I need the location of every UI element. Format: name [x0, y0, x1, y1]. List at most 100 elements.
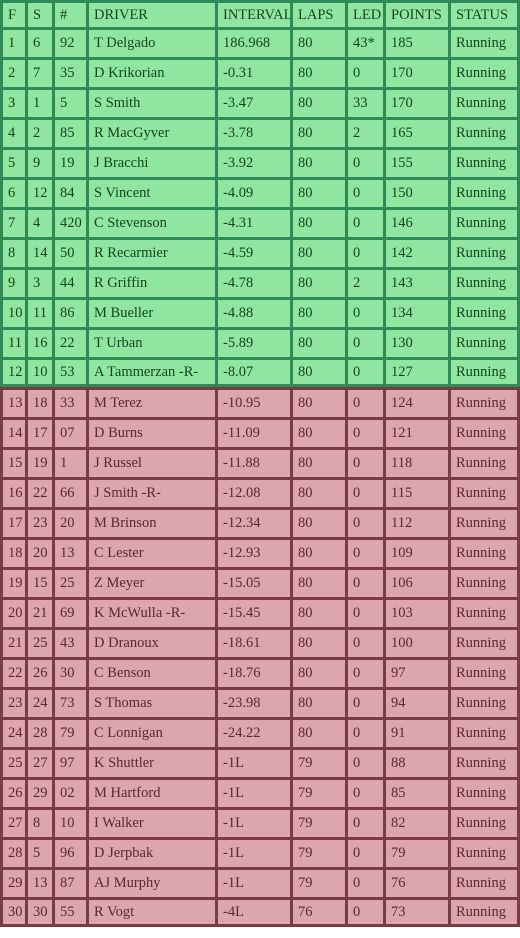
cell-driver: J Smith -R- — [86, 477, 215, 507]
cell-f: 22 — [0, 657, 25, 687]
cell-s: 8 — [25, 807, 52, 837]
table-row[interactable]: 30 30 55 R Vogt -4L 76 0 73 Running — [0, 897, 520, 927]
cell-led: 2 — [345, 117, 383, 147]
cell-s: 7 — [25, 57, 52, 87]
table-row[interactable]: 23 24 73 S Thomas -23.98 80 0 94 Running — [0, 687, 520, 717]
cell-num: 55 — [52, 897, 86, 927]
cell-points: 115 — [383, 477, 448, 507]
cell-laps: 79 — [290, 837, 345, 867]
cell-driver: M Brinson — [86, 507, 215, 537]
table-row[interactable]: 10 11 86 M Bueller -4.88 80 0 134 Running — [0, 297, 520, 327]
table-row[interactable]: 2 7 35 D Krikorian -0.31 80 0 170 Running — [0, 57, 520, 87]
table-row[interactable]: 26 29 02 M Hartford -1L 79 0 85 Running — [0, 777, 520, 807]
column-header-num[interactable]: # — [52, 0, 86, 27]
column-header-laps[interactable]: LAPS — [290, 0, 345, 27]
cell-driver: C Stevenson — [86, 207, 215, 237]
table-row[interactable]: 25 27 97 K Shuttler -1L 79 0 88 Running — [0, 747, 520, 777]
table-row[interactable]: 27 8 10 I Walker -1L 79 0 82 Running — [0, 807, 520, 837]
cell-interval: -4L — [215, 897, 290, 927]
cell-laps: 80 — [290, 117, 345, 147]
table-row[interactable]: 7 4 420 C Stevenson -4.31 80 0 146 Running — [0, 207, 520, 237]
table-row[interactable]: 28 5 96 D Jerpbak -1L 79 0 79 Running — [0, 837, 520, 867]
table-row[interactable]: 21 25 43 D Dranoux -18.61 80 0 100 Running — [0, 627, 520, 657]
cell-num: 07 — [52, 417, 86, 447]
table-row[interactable]: 5 9 19 J Bracchi -3.92 80 0 155 Running — [0, 147, 520, 177]
cell-status: Running — [448, 627, 520, 657]
column-header-s[interactable]: S — [25, 0, 52, 27]
table-row[interactable]: 315S Smith -3.47 80 33 170 Running — [0, 87, 520, 117]
column-header-points[interactable]: POINTS — [383, 0, 448, 27]
table-row[interactable]: 19 15 25 Z Meyer -15.05 80 0 106 Running — [0, 567, 520, 597]
cell-laps: 80 — [290, 717, 345, 747]
cell-points: 118 — [383, 447, 448, 477]
cell-led: 0 — [345, 747, 383, 777]
column-header-interval[interactable]: INTERVAL — [215, 0, 290, 27]
column-header-f[interactable]: F — [0, 0, 25, 27]
table-row[interactable]: 6 12 84 S Vincent -4.09 80 0 150 Running — [0, 177, 520, 207]
table-row[interactable]: 13 18 33 M Terez -10.95 80 0 124 Running — [0, 387, 520, 417]
table-row[interactable]: 22 26 30 C Benson -18.76 80 0 97 Running — [0, 657, 520, 687]
table-row[interactable]: 18 20 13 C Lester -12.93 80 0 109 Running — [0, 537, 520, 567]
cell-interval: -15.05 — [215, 567, 290, 597]
cell-num: 84 — [52, 177, 86, 207]
cell-num: 86 — [52, 297, 86, 327]
cell-laps: 80 — [290, 27, 345, 57]
table-row[interactable]: 12 10 53 A Tammerzan -R- -8.07 80 0 127 Running — [0, 357, 520, 387]
cell-f: 30 — [0, 897, 25, 927]
cell-status: Running — [448, 237, 520, 267]
cell-status: Running — [448, 777, 520, 807]
header-row: F S # DRIVER INTERVAL LAPS LED POINTS STATUS — [0, 0, 520, 27]
cell-s: 3 — [25, 267, 52, 297]
cell-driver: A Tammerzan -R- — [86, 357, 215, 387]
race-results-table: F S # DRIVER INTERVAL LAPS LED POINTS STATUS 169… — [0, 0, 520, 927]
table-row[interactable]: 15 19 1 J Russel -11.88 80 0 118 Running — [0, 447, 520, 477]
cell-points: 185 — [383, 27, 448, 57]
cell-led: 0 — [345, 807, 383, 837]
cell-num: 30 — [52, 657, 86, 687]
table-row[interactable]: 29 13 87 AJ Murphy -1L 79 0 76 Running — [0, 867, 520, 897]
column-header-driver[interactable]: DRIVER — [86, 0, 215, 27]
cell-status: Running — [448, 717, 520, 747]
cell-driver: R Vogt — [86, 897, 215, 927]
cell-interval: -0.31 — [215, 57, 290, 87]
table-row[interactable]: 9 3 44 R Griffin -4.78 80 2 143 Running — [0, 267, 520, 297]
cell-laps: 80 — [290, 177, 345, 207]
cell-led: 0 — [345, 177, 383, 207]
cell-f: 18 — [0, 537, 25, 567]
table-row[interactable]: 1 6 92 T Delgado 186.968 80 43* 185 Running — [0, 27, 520, 57]
cell-status: Running — [448, 357, 520, 387]
cell-status: Running — [448, 837, 520, 867]
cell-laps: 80 — [290, 567, 345, 597]
cell-driver: C Lester — [86, 537, 215, 567]
cell-led: 0 — [345, 477, 383, 507]
table-row[interactable]: 16 22 66 J Smith -R- -12.08 80 0 115 Running — [0, 477, 520, 507]
cell-points: 112 — [383, 507, 448, 537]
cell-driver: R Recarmier — [86, 237, 215, 267]
table-row[interactable]: 14 17 07 D Burns -11.09 80 0 121 Running — [0, 417, 520, 447]
cell-interval: -12.08 — [215, 477, 290, 507]
column-header-status[interactable]: STATUS — [448, 0, 520, 27]
cell-laps: 80 — [290, 507, 345, 537]
cell-points: 79 — [383, 837, 448, 867]
cell-status: Running — [448, 57, 520, 87]
cell-num: 22 — [52, 327, 86, 357]
table-row[interactable]: 4 2 85 R MacGyver -3.78 80 2 165 Running — [0, 117, 520, 147]
cell-num: 53 — [52, 357, 86, 387]
table-row[interactable]: 8 14 50 R Recarmier -4.59 80 0 142 Running — [0, 237, 520, 267]
table-row[interactable]: 17 23 20 M Brinson -12.34 80 0 112 Running — [0, 507, 520, 537]
table-row[interactable]: 20 21 69 K McWulla -R- -15.45 80 0 103 Running — [0, 597, 520, 627]
column-header-led[interactable]: LED — [345, 0, 383, 27]
cell-points: 82 — [383, 807, 448, 837]
cell-driver: K McWulla -R- — [86, 597, 215, 627]
cell-driver: S Smith — [86, 87, 215, 117]
cell-laps: 80 — [290, 597, 345, 627]
cell-s: 14 — [25, 237, 52, 267]
cell-num: 66 — [52, 477, 86, 507]
cell-s: 30 — [25, 897, 52, 927]
cell-points: 127 — [383, 357, 448, 387]
cell-status: Running — [448, 807, 520, 837]
cell-f: 16 — [0, 477, 25, 507]
cell-driver: R Griffin — [86, 267, 215, 297]
table-row[interactable]: 24 28 79 C Lonnigan -24.22 80 0 91 Running — [0, 717, 520, 747]
table-row[interactable]: 11 16 22 T Urban -5.89 80 0 130 Running — [0, 327, 520, 357]
